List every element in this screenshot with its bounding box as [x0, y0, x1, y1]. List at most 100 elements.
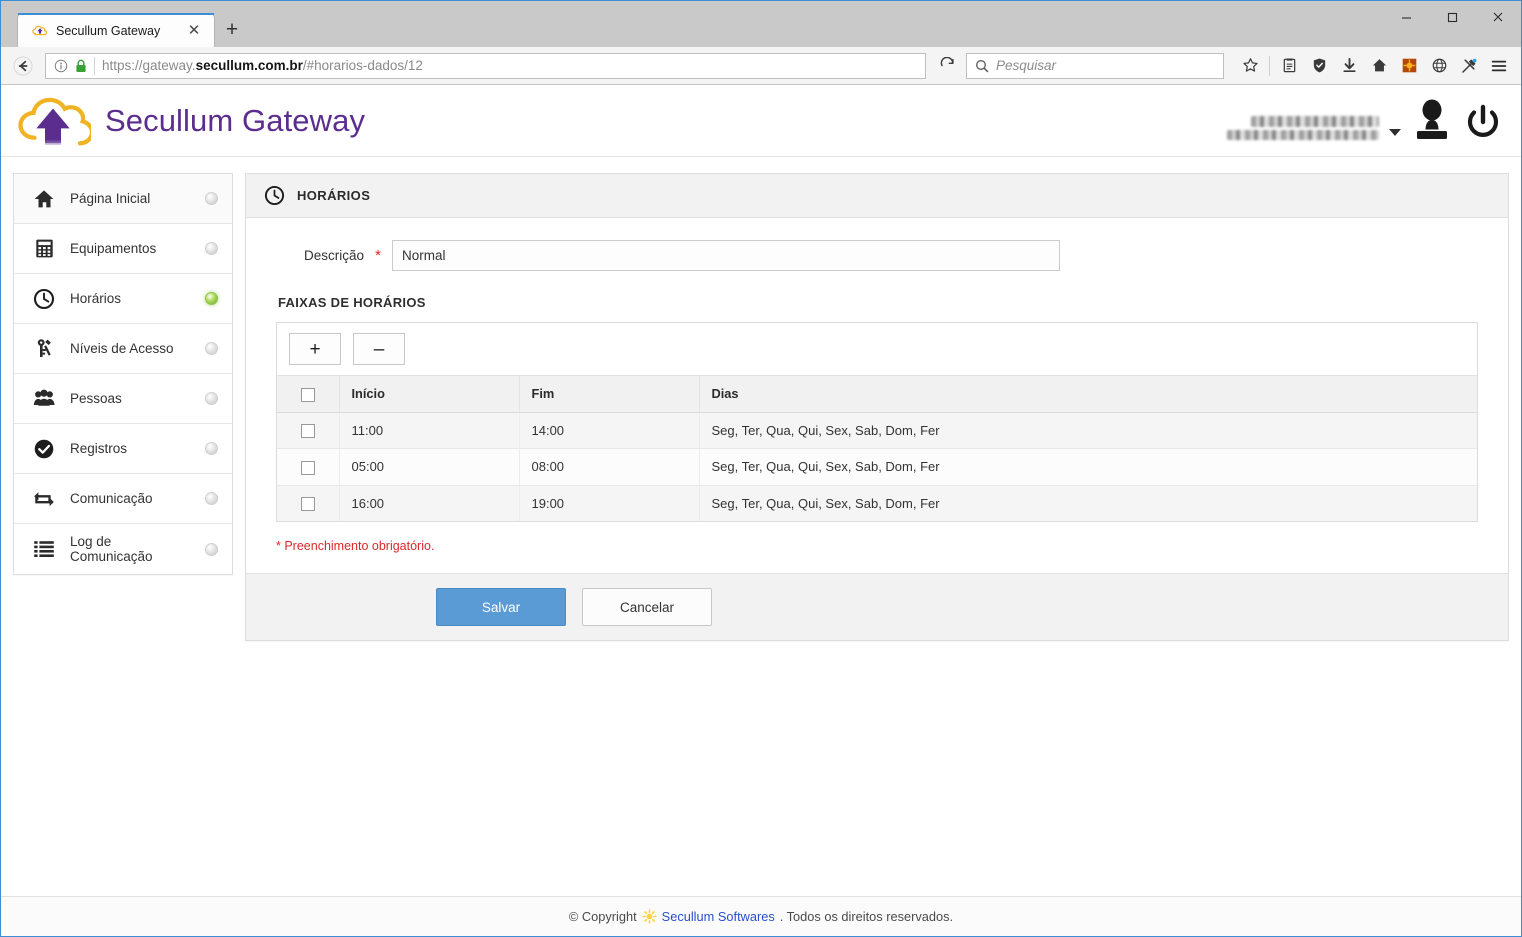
hamburger-menu-icon[interactable]	[1485, 52, 1513, 80]
cloud-arrow-favicon	[32, 25, 48, 35]
shield-icon[interactable]	[1305, 52, 1333, 80]
clock-icon	[32, 287, 56, 311]
browser-tab[interactable]: Secullum Gateway ✕	[17, 13, 215, 47]
cell-fim: 19:00	[519, 485, 700, 522]
lock-icon	[76, 59, 86, 72]
select-all-checkbox[interactable]	[300, 387, 315, 402]
maximize-icon[interactable]	[1429, 1, 1475, 33]
cell-inicio: 05:00	[339, 448, 520, 486]
info-icon	[54, 59, 68, 72]
cancel-button[interactable]: Cancelar	[582, 588, 712, 627]
sidebar-item-label: Horários	[70, 291, 122, 306]
sidebar-item-niveis-de-acesso[interactable]: Níveis de Acesso	[14, 324, 232, 374]
row-checkbox[interactable]	[300, 424, 315, 439]
page-body: Página Inicial Equipamentos Horários Nív…	[1, 157, 1521, 896]
table-row[interactable]: 16:00 19:00 Seg, Ter, Qua, Qui, Sex, Sab…	[277, 485, 1477, 522]
sidebar-status-dot	[205, 192, 218, 205]
sidebar-item-label: Comunicação	[70, 491, 153, 506]
select-all-header	[277, 376, 340, 413]
row-select-cell[interactable]	[277, 412, 340, 450]
new-tab-button[interactable]: +	[215, 13, 249, 47]
sidebar-item-pessoas[interactable]: Pessoas	[14, 374, 232, 424]
cloud-upload-logo	[18, 97, 91, 145]
descricao-input[interactable]	[392, 240, 1060, 271]
brand-name: Secullum Gateway	[105, 102, 366, 138]
home-icon[interactable]	[1365, 52, 1393, 80]
user-avatar-icon[interactable]	[1411, 98, 1453, 144]
descricao-label: Descrição	[303, 248, 364, 263]
row-select-cell[interactable]	[277, 448, 340, 486]
panel-actions: Salvar Cancelar	[246, 573, 1508, 641]
url-path: /#horarios-dados/12	[302, 58, 423, 73]
required-note: * Preenchimento obrigatório.	[276, 539, 435, 554]
sidebar-item-label: Equipamentos	[70, 241, 157, 256]
browser-navbar: https://gateway.secullum.com.br/#horario…	[1, 47, 1521, 85]
sidebar-item-pagina-inicial[interactable]: Página Inicial	[14, 174, 232, 224]
extension-orange-icon[interactable]	[1395, 52, 1423, 80]
star-icon[interactable]	[1236, 52, 1264, 80]
sidebar-item-registros[interactable]: Registros	[14, 424, 232, 474]
sun-gear-icon	[642, 909, 657, 924]
address-bar[interactable]: https://gateway.secullum.com.br/#horario…	[45, 52, 926, 79]
cell-dias: Seg, Ter, Qua, Qui, Sex, Sab, Dom, Fer	[699, 412, 1477, 450]
secullum-softwares-link[interactable]: Secullum Softwares	[662, 909, 775, 924]
tab-close-icon[interactable]: ✕	[184, 21, 204, 41]
required-asterisk: *	[375, 247, 381, 264]
search-bar[interactable]: Pesquisar	[966, 52, 1224, 79]
browser-toolbar-icons	[1230, 52, 1513, 80]
cell-dias: Seg, Ter, Qua, Qui, Sex, Sab, Dom, Fer	[699, 448, 1477, 486]
page-footer: © Copyright Secullum Softwares . Todos os…	[1, 896, 1521, 936]
main-panel: HORÁRIOS Descrição * FAIXAS DE HORÁRIOS …	[245, 173, 1509, 642]
column-header-dias[interactable]: Dias	[699, 376, 1477, 413]
sidebar-item-label: Log de Comunicação	[70, 534, 153, 564]
chevron-down-icon[interactable]	[1389, 128, 1401, 136]
sidebar-item-horarios[interactable]: Horários	[14, 274, 232, 324]
cell-dias: Seg, Ter, Qua, Qui, Sex, Sab, Dom, Fer	[699, 485, 1477, 522]
minimize-icon[interactable]	[1383, 1, 1429, 33]
sidebar-item-equipamentos[interactable]: Equipamentos	[14, 224, 232, 274]
back-arrow-icon[interactable]	[9, 52, 37, 80]
brand[interactable]: Secullum Gateway	[15, 95, 365, 147]
header-user-area	[1227, 98, 1503, 144]
app-header: Secullum Gateway	[1, 85, 1521, 157]
url-scheme: https://gateway.	[102, 58, 196, 73]
cell-fim: 08:00	[519, 448, 700, 486]
sync-arrows-icon	[32, 487, 56, 511]
column-header-inicio[interactable]: Início	[339, 376, 520, 413]
table-row[interactable]: 05:00 08:00 Seg, Ter, Qua, Qui, Sex, Sab…	[277, 448, 1477, 486]
row-checkbox[interactable]	[300, 460, 315, 475]
tab-strip: Secullum Gateway ✕ +	[1, 1, 249, 47]
power-icon[interactable]	[1463, 102, 1503, 144]
close-icon[interactable]	[1475, 1, 1521, 33]
sidebar-status-dot	[205, 442, 218, 455]
tab-title: Secullum Gateway	[56, 23, 161, 38]
faixas-section-title: FAIXAS DE HORÁRIOS	[278, 295, 426, 310]
sidebar-status-dot-active	[205, 292, 218, 305]
globe-icon[interactable]	[1425, 52, 1453, 80]
sidebar-item-label: Página Inicial	[70, 191, 151, 206]
address-divider	[94, 56, 95, 75]
sidebar-status-dot	[205, 392, 218, 405]
copyright-prefix: © Copyright	[568, 909, 637, 924]
browser-window: Secullum Gateway ✕ + https://gateway.sec…	[0, 0, 1522, 937]
home-icon	[32, 187, 56, 211]
add-row-button[interactable]: +	[289, 333, 341, 365]
remove-row-button[interactable]: –	[353, 333, 405, 365]
download-icon[interactable]	[1335, 52, 1363, 80]
sidebar-item-log-de-comunicacao[interactable]: Log de Comunicação	[14, 524, 232, 574]
cell-inicio: 11:00	[339, 412, 520, 450]
column-header-fim[interactable]: Fim	[519, 376, 700, 413]
page-viewport: Secullum Gateway Página Inicial Equipame…	[1, 85, 1521, 936]
row-select-cell[interactable]	[277, 485, 340, 522]
row-checkbox[interactable]	[300, 497, 315, 512]
pocket-sync-icon[interactable]	[1455, 52, 1483, 80]
sidebar-item-comunicacao[interactable]: Comunicação	[14, 474, 232, 524]
table-row[interactable]: 11:00 14:00 Seg, Ter, Qua, Qui, Sex, Sab…	[277, 412, 1477, 450]
reload-icon[interactable]	[934, 53, 960, 79]
library-icon[interactable]	[1275, 52, 1303, 80]
save-button[interactable]: Salvar	[436, 588, 566, 627]
user-name-masked[interactable]	[1227, 115, 1379, 144]
table-header-row: Início Fim Dias	[277, 376, 1477, 413]
sidebar-status-dot	[205, 492, 218, 505]
faixas-table: Início Fim Dias 11:00 14:00 Seg, Ter, Qu…	[277, 376, 1477, 522]
